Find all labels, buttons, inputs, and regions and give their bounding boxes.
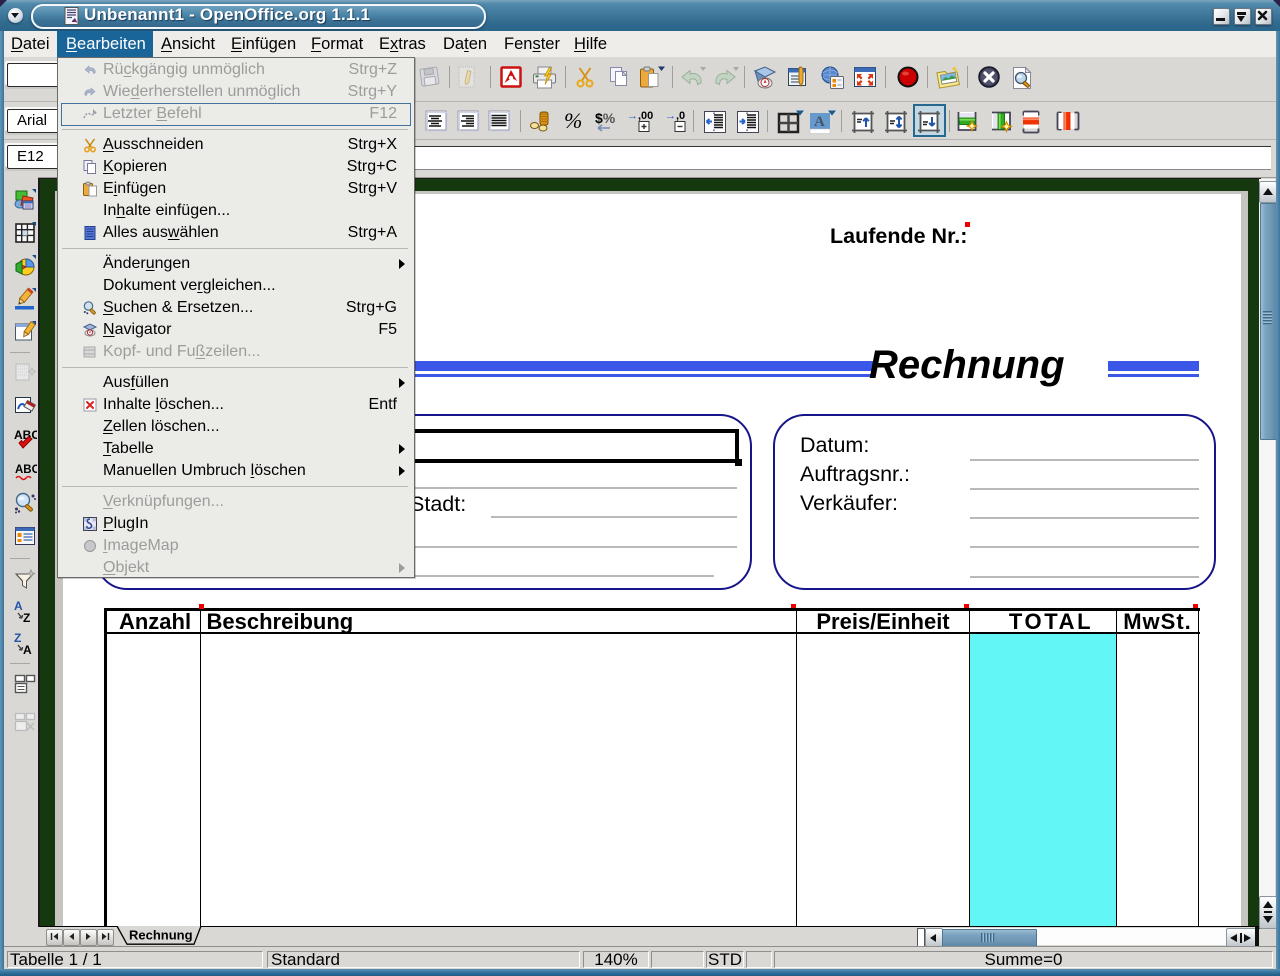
svg-text:A: A	[23, 643, 32, 656]
svg-text:→,00: →,00	[627, 110, 653, 122]
svg-text:Z: Z	[14, 632, 21, 645]
svg-text:%: %	[564, 109, 582, 133]
svg-text:Rechnung: Rechnung	[129, 928, 193, 943]
svg-text:A: A	[814, 114, 825, 130]
svg-text:→,0: →,0	[665, 110, 685, 122]
svg-text:A: A	[14, 600, 23, 613]
svg-text:ABC: ABC	[15, 464, 37, 476]
svg-text:Z: Z	[23, 611, 30, 624]
svg-text:$%: $%	[595, 110, 616, 126]
